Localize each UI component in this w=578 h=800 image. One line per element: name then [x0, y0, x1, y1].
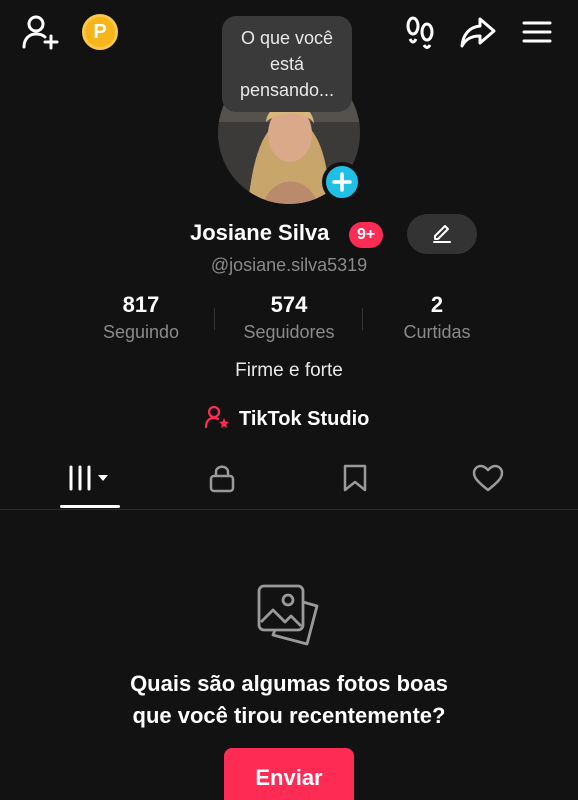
footprints-icon[interactable]: [400, 14, 440, 50]
edit-profile-button[interactable]: [407, 214, 477, 254]
profile-name: Josiane Silva: [190, 220, 330, 245]
photos-icon: [255, 582, 323, 650]
profile-tabs: [0, 452, 578, 510]
pencil-icon: [431, 221, 453, 248]
name-row: Josiane Silva 9+: [0, 214, 578, 254]
stat-following[interactable]: 817 Seguindo: [66, 292, 216, 343]
lock-icon: [208, 463, 236, 498]
status-bubble[interactable]: O que você está pensando...: [222, 16, 352, 112]
profile-bio: Firme e forte: [235, 360, 343, 381]
studio-icon: [204, 405, 231, 434]
add-friend-icon[interactable]: [20, 12, 62, 52]
active-tab-indicator: [60, 505, 120, 508]
menu-icon[interactable]: [518, 14, 556, 50]
empty-title-line1: Quais são algumas fotos boas: [130, 671, 448, 696]
add-photo-button[interactable]: [322, 162, 362, 202]
tiktok-studio-link[interactable]: TikTok Studio: [204, 404, 370, 434]
stats-row: 817 Seguindo 574 Seguidores 2 Curtidas: [0, 292, 578, 352]
followers-label: Seguidores: [243, 322, 335, 342]
following-label: Seguindo: [102, 322, 180, 342]
likes-count: 2: [430, 292, 444, 317]
send-button[interactable]: Enviar: [224, 748, 354, 800]
followers-count: 574: [270, 292, 308, 317]
empty-title-line2: que você tirou recentemente?: [132, 703, 446, 728]
studio-label: TikTok Studio: [239, 407, 370, 430]
stat-followers[interactable]: 574 Seguidores: [214, 292, 364, 343]
tab-private[interactable]: [150, 452, 294, 508]
notification-badge[interactable]: 9+: [349, 222, 384, 248]
share-icon[interactable]: [458, 14, 498, 50]
tab-liked[interactable]: [416, 452, 560, 508]
bookmark-icon: [342, 463, 368, 498]
coin-letter: P: [93, 20, 107, 43]
videos-grid-icon: [67, 464, 113, 497]
stat-likes[interactable]: 2 Curtidas: [362, 292, 512, 343]
following-count: 817: [122, 292, 160, 317]
coin-icon[interactable]: P: [82, 14, 118, 50]
likes-label: Curtidas: [403, 322, 471, 342]
tab-saved[interactable]: [283, 452, 427, 508]
heart-icon: [472, 464, 504, 497]
empty-state-title: Quais são algumas fotos boas que você ti…: [0, 668, 578, 732]
tab-videos[interactable]: [18, 452, 162, 508]
profile-handle: @josiane.silva5319: [210, 255, 368, 275]
